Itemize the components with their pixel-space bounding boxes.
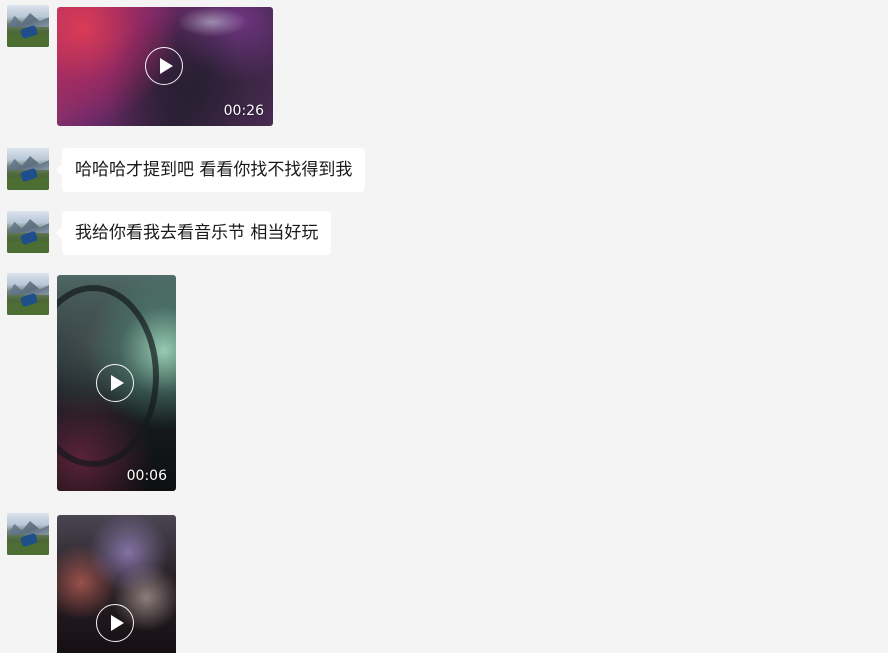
message-bubble[interactable]: 我给你看我去看音乐节 相当好玩 bbox=[55, 211, 332, 255]
play-icon[interactable] bbox=[96, 604, 134, 642]
video-thumbnail[interactable]: 00:06 bbox=[57, 275, 176, 491]
sender-avatar[interactable] bbox=[7, 273, 49, 315]
play-icon[interactable] bbox=[96, 364, 134, 402]
sender-avatar[interactable] bbox=[7, 211, 49, 253]
sender-avatar[interactable] bbox=[7, 5, 49, 47]
chat-message-list: 00:26 哈哈哈才提到吧 看看你找不找得到我 我给你看我去看音乐节 相当好玩 … bbox=[0, 0, 888, 653]
video-thumbnail[interactable] bbox=[57, 515, 176, 653]
video-thumbnail[interactable]: 00:26 bbox=[57, 7, 273, 126]
message-bubble[interactable]: 哈哈哈才提到吧 看看你找不找得到我 bbox=[55, 148, 366, 192]
play-icon[interactable] bbox=[145, 47, 183, 85]
sender-avatar[interactable] bbox=[7, 148, 49, 190]
video-duration: 00:26 bbox=[223, 103, 264, 119]
sender-avatar[interactable] bbox=[7, 513, 49, 555]
video-duration: 00:06 bbox=[126, 468, 167, 484]
